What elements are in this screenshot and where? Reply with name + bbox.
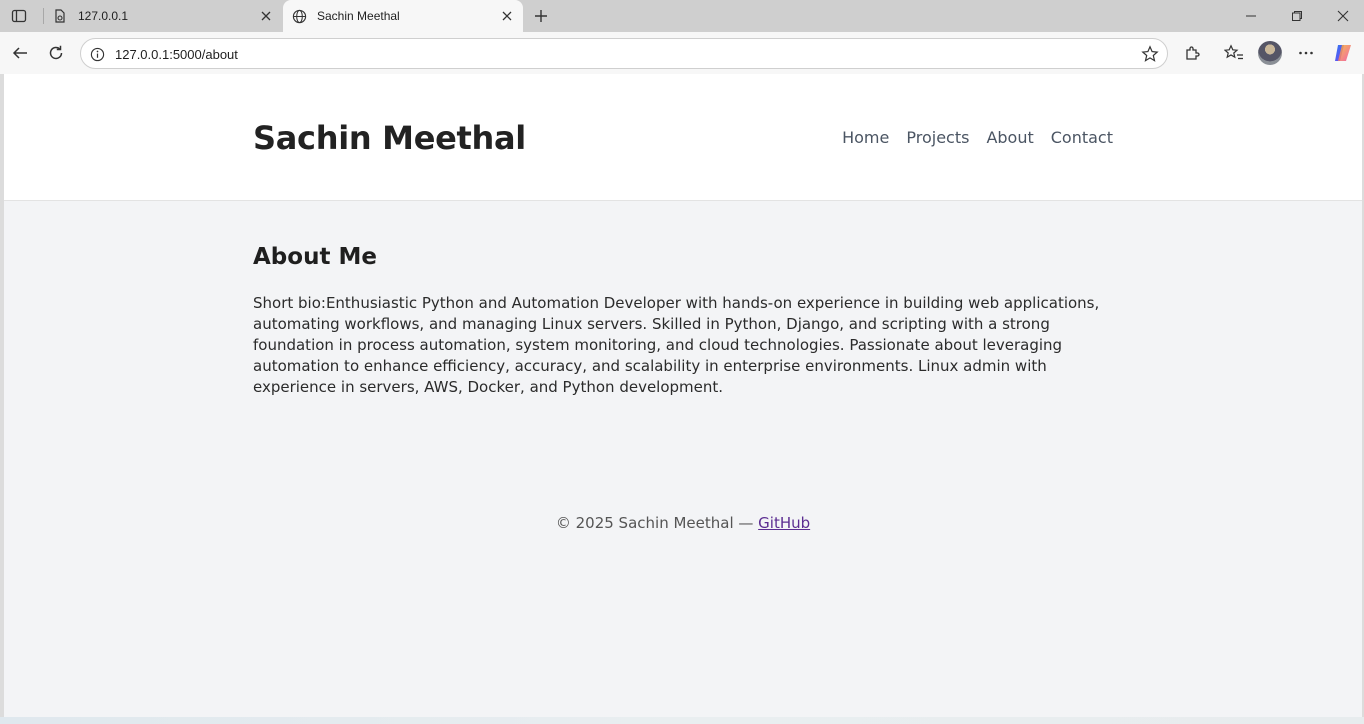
taskbar-edge <box>0 717 1364 724</box>
tab-title: Sachin Meethal <box>317 9 400 23</box>
close-tab-icon[interactable] <box>499 8 515 24</box>
nav-projects[interactable]: Projects <box>906 128 969 147</box>
document-icon <box>52 8 68 24</box>
site-nav: Home Projects About Contact <box>842 128 1113 147</box>
page-viewport: Sachin Meethal Home Projects About Conta… <box>4 74 1362 717</box>
back-arrow-icon[interactable] <box>7 40 33 66</box>
minimize-icon[interactable] <box>1228 0 1274 32</box>
close-tab-icon[interactable] <box>258 8 274 24</box>
site-footer: © 2025 Sachin Meethal — GitHub <box>4 514 1362 532</box>
tab-sachin-meethal[interactable]: Sachin Meethal <box>283 0 523 32</box>
browser-toolbar: 127.0.0.1:5000/about <box>0 32 1364 74</box>
site-brand[interactable]: Sachin Meethal <box>253 119 526 157</box>
nav-contact[interactable]: Contact <box>1051 128 1113 147</box>
favorites-icon[interactable] <box>1221 40 1247 66</box>
nav-about[interactable]: About <box>986 128 1033 147</box>
about-section: About Me Short bio:Enthusiastic Python a… <box>253 244 1113 398</box>
page-title: About Me <box>253 244 377 270</box>
globe-icon <box>291 8 307 24</box>
extensions-icon[interactable] <box>1180 40 1206 66</box>
restore-icon[interactable] <box>1274 0 1320 32</box>
github-link[interactable]: GitHub <box>758 514 810 532</box>
address-bar[interactable]: 127.0.0.1:5000/about <box>80 38 1168 69</box>
browser-tab-strip: 127.0.0.1 Sachin Meethal <box>0 0 1364 32</box>
site-info-icon[interactable] <box>89 46 105 62</box>
copilot-icon[interactable] <box>1330 40 1356 66</box>
tab-localhost[interactable]: 127.0.0.1 <box>44 0 282 32</box>
nav-home[interactable]: Home <box>842 128 889 147</box>
favorite-star-icon[interactable] <box>1141 45 1159 63</box>
profile-avatar[interactable] <box>1258 41 1282 65</box>
site-header: Sachin Meethal Home Projects About Conta… <box>4 74 1362 201</box>
tab-actions-icon[interactable] <box>8 6 30 26</box>
reload-icon[interactable] <box>43 40 69 66</box>
new-tab-icon[interactable] <box>530 5 552 27</box>
bio-text: Short bio:Enthusiastic Python and Automa… <box>253 294 1100 396</box>
more-options-icon[interactable] <box>1293 40 1319 66</box>
url-text: 127.0.0.1:5000/about <box>115 47 238 62</box>
tab-title: 127.0.0.1 <box>78 9 129 23</box>
copyright-text: © 2025 Sachin Meethal — <box>555 514 759 532</box>
close-window-icon[interactable] <box>1320 0 1364 32</box>
